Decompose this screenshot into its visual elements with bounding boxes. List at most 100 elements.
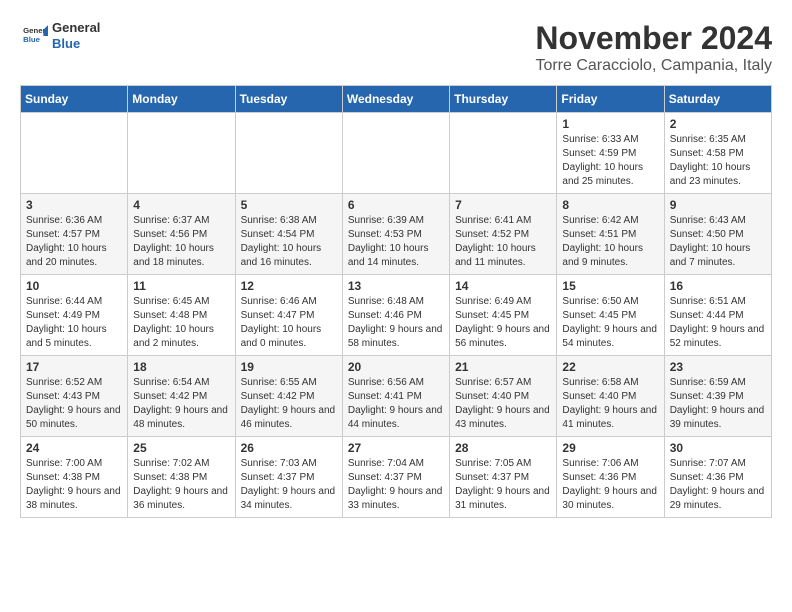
day-info: Sunrise: 7:05 AM Sunset: 4:37 PM Dayligh… (455, 457, 551, 513)
calendar-week-5: 24Sunrise: 7:00 AM Sunset: 4:38 PM Dayli… (21, 437, 772, 518)
day-info: Sunrise: 6:51 AM Sunset: 4:44 PM Dayligh… (670, 295, 766, 351)
day-number: 15 (562, 279, 658, 293)
day-header-sunday: Sunday (21, 86, 128, 113)
calendar-header-row: SundayMondayTuesdayWednesdayThursdayFrid… (21, 86, 772, 113)
calendar-cell: 29 Sunrise: 7:06 AM Sunset: 4:36 PM Dayli… (557, 437, 664, 518)
day-number: 7 (455, 198, 551, 212)
day-info: Sunrise: 7:07 AM Sunset: 4:36 PM Dayligh… (670, 457, 766, 513)
day-info: Sunrise: 6:35 AM Sunset: 4:58 PM Dayligh… (670, 133, 766, 189)
day-number: 19 (241, 360, 337, 374)
calendar-cell: 7 Sunrise: 6:41 AM Sunset: 4:52 PM Daylig… (450, 194, 557, 275)
calendar-cell (21, 113, 128, 194)
day-info: Sunrise: 6:39 AM Sunset: 4:53 PM Dayligh… (348, 214, 444, 270)
day-info: Sunrise: 7:02 AM Sunset: 4:38 PM Dayligh… (133, 457, 229, 513)
day-number: 9 (670, 198, 766, 212)
svg-text:Blue: Blue (23, 35, 41, 44)
day-info: Sunrise: 6:54 AM Sunset: 4:42 PM Dayligh… (133, 376, 229, 432)
calendar-cell: 1 Sunrise: 6:33 AM Sunset: 4:59 PM Daylig… (557, 113, 664, 194)
day-number: 4 (133, 198, 229, 212)
calendar-cell: 10 Sunrise: 6:44 AM Sunset: 4:49 PM Dayli… (21, 275, 128, 356)
calendar-cell: 22 Sunrise: 6:58 AM Sunset: 4:40 PM Dayli… (557, 356, 664, 437)
calendar-cell: 28 Sunrise: 7:05 AM Sunset: 4:37 PM Dayli… (450, 437, 557, 518)
day-number: 13 (348, 279, 444, 293)
day-header-wednesday: Wednesday (342, 86, 449, 113)
day-number: 17 (26, 360, 122, 374)
calendar-cell: 26 Sunrise: 7:03 AM Sunset: 4:37 PM Dayli… (235, 437, 342, 518)
calendar-week-4: 17 Sunrise: 6:52 AM Sunset: 4:43 PM Dayli… (21, 356, 772, 437)
day-info: Sunrise: 6:41 AM Sunset: 4:52 PM Dayligh… (455, 214, 551, 270)
day-number: 18 (133, 360, 229, 374)
calendar-cell: 13 Sunrise: 6:48 AM Sunset: 4:46 PM Dayli… (342, 275, 449, 356)
calendar-week-2: 3 Sunrise: 6:36 AM Sunset: 4:57 PM Daylig… (21, 194, 772, 275)
calendar-cell: 2Sunrise: 6:35 AM Sunset: 4:58 PM Daylig… (664, 113, 771, 194)
calendar-cell: 15 Sunrise: 6:50 AM Sunset: 4:45 PM Dayli… (557, 275, 664, 356)
day-info: Sunrise: 6:36 AM Sunset: 4:57 PM Dayligh… (26, 214, 122, 270)
page-header: General Blue General Blue November 2024 … (20, 20, 772, 75)
day-number: 28 (455, 441, 551, 455)
calendar-cell: 12Sunrise: 6:46 AM Sunset: 4:47 PM Dayli… (235, 275, 342, 356)
day-header-saturday: Saturday (664, 86, 771, 113)
day-info: Sunrise: 6:52 AM Sunset: 4:43 PM Dayligh… (26, 376, 122, 432)
calendar-cell: 17 Sunrise: 6:52 AM Sunset: 4:43 PM Dayli… (21, 356, 128, 437)
day-number: 14 (455, 279, 551, 293)
day-info: Sunrise: 7:00 AM Sunset: 4:38 PM Dayligh… (26, 457, 122, 513)
day-number: 11 (133, 279, 229, 293)
calendar-cell: 18 Sunrise: 6:54 AM Sunset: 4:42 PM Dayli… (128, 356, 235, 437)
calendar-cell: 6 Sunrise: 6:39 AM Sunset: 4:53 PM Daylig… (342, 194, 449, 275)
calendar-cell: 25Sunrise: 7:02 AM Sunset: 4:38 PM Dayli… (128, 437, 235, 518)
day-info: Sunrise: 6:48 AM Sunset: 4:46 PM Dayligh… (348, 295, 444, 351)
day-info: Sunrise: 7:04 AM Sunset: 4:37 PM Dayligh… (348, 457, 444, 513)
calendar-cell: 5 Sunrise: 6:38 AM Sunset: 4:54 PM Daylig… (235, 194, 342, 275)
calendar-week-3: 10 Sunrise: 6:44 AM Sunset: 4:49 PM Dayli… (21, 275, 772, 356)
title-block: November 2024 Torre Caracciolo, Campania… (535, 20, 772, 75)
day-info: Sunrise: 7:03 AM Sunset: 4:37 PM Dayligh… (241, 457, 337, 513)
day-number: 10 (26, 279, 122, 293)
calendar-cell (342, 113, 449, 194)
calendar-cell: 16Sunrise: 6:51 AM Sunset: 4:44 PM Dayli… (664, 275, 771, 356)
day-info: Sunrise: 6:55 AM Sunset: 4:42 PM Dayligh… (241, 376, 337, 432)
day-number: 27 (348, 441, 444, 455)
calendar-cell (128, 113, 235, 194)
calendar-cell: 11 Sunrise: 6:45 AM Sunset: 4:48 PM Dayli… (128, 275, 235, 356)
day-info: Sunrise: 7:06 AM Sunset: 4:36 PM Dayligh… (562, 457, 658, 513)
day-number: 8 (562, 198, 658, 212)
day-info: Sunrise: 6:42 AM Sunset: 4:51 PM Dayligh… (562, 214, 658, 270)
day-number: 29 (562, 441, 658, 455)
calendar-table: SundayMondayTuesdayWednesdayThursdayFrid… (20, 85, 772, 518)
day-number: 5 (241, 198, 337, 212)
day-number: 3 (26, 198, 122, 212)
day-number: 1 (562, 117, 658, 131)
logo-icon: General Blue (20, 22, 48, 50)
day-info: Sunrise: 6:49 AM Sunset: 4:45 PM Dayligh… (455, 295, 551, 351)
logo-blue-text: Blue (52, 36, 100, 52)
day-info: Sunrise: 6:45 AM Sunset: 4:48 PM Dayligh… (133, 295, 229, 351)
day-header-friday: Friday (557, 86, 664, 113)
calendar-cell: 30Sunrise: 7:07 AM Sunset: 4:36 PM Dayli… (664, 437, 771, 518)
day-number: 20 (348, 360, 444, 374)
day-number: 26 (241, 441, 337, 455)
location: Torre Caracciolo, Campania, Italy (535, 57, 772, 75)
day-info: Sunrise: 6:44 AM Sunset: 4:49 PM Dayligh… (26, 295, 122, 351)
day-info: Sunrise: 6:46 AM Sunset: 4:47 PM Dayligh… (241, 295, 337, 351)
calendar-week-1: 1 Sunrise: 6:33 AM Sunset: 4:59 PM Daylig… (21, 113, 772, 194)
calendar-cell: 27 Sunrise: 7:04 AM Sunset: 4:37 PM Dayli… (342, 437, 449, 518)
day-number: 23 (670, 360, 766, 374)
day-info: Sunrise: 6:33 AM Sunset: 4:59 PM Dayligh… (562, 133, 658, 189)
month-title: November 2024 (535, 20, 772, 57)
day-number: 22 (562, 360, 658, 374)
logo-general-text: General (52, 20, 100, 36)
day-info: Sunrise: 6:37 AM Sunset: 4:56 PM Dayligh… (133, 214, 229, 270)
logo: General Blue General Blue (20, 20, 100, 51)
day-info: Sunrise: 6:50 AM Sunset: 4:45 PM Dayligh… (562, 295, 658, 351)
day-info: Sunrise: 6:38 AM Sunset: 4:54 PM Dayligh… (241, 214, 337, 270)
calendar-cell: 3 Sunrise: 6:36 AM Sunset: 4:57 PM Daylig… (21, 194, 128, 275)
day-header-monday: Monday (128, 86, 235, 113)
calendar-cell: 23 Sunrise: 6:59 AM Sunset: 4:39 PM Dayli… (664, 356, 771, 437)
day-info: Sunrise: 6:58 AM Sunset: 4:40 PM Dayligh… (562, 376, 658, 432)
day-header-tuesday: Tuesday (235, 86, 342, 113)
calendar-cell (450, 113, 557, 194)
day-info: Sunrise: 6:59 AM Sunset: 4:39 PM Dayligh… (670, 376, 766, 432)
calendar-cell: 9Sunrise: 6:43 AM Sunset: 4:50 PM Daylig… (664, 194, 771, 275)
day-number: 6 (348, 198, 444, 212)
calendar-cell: 4 Sunrise: 6:37 AM Sunset: 4:56 PM Daylig… (128, 194, 235, 275)
